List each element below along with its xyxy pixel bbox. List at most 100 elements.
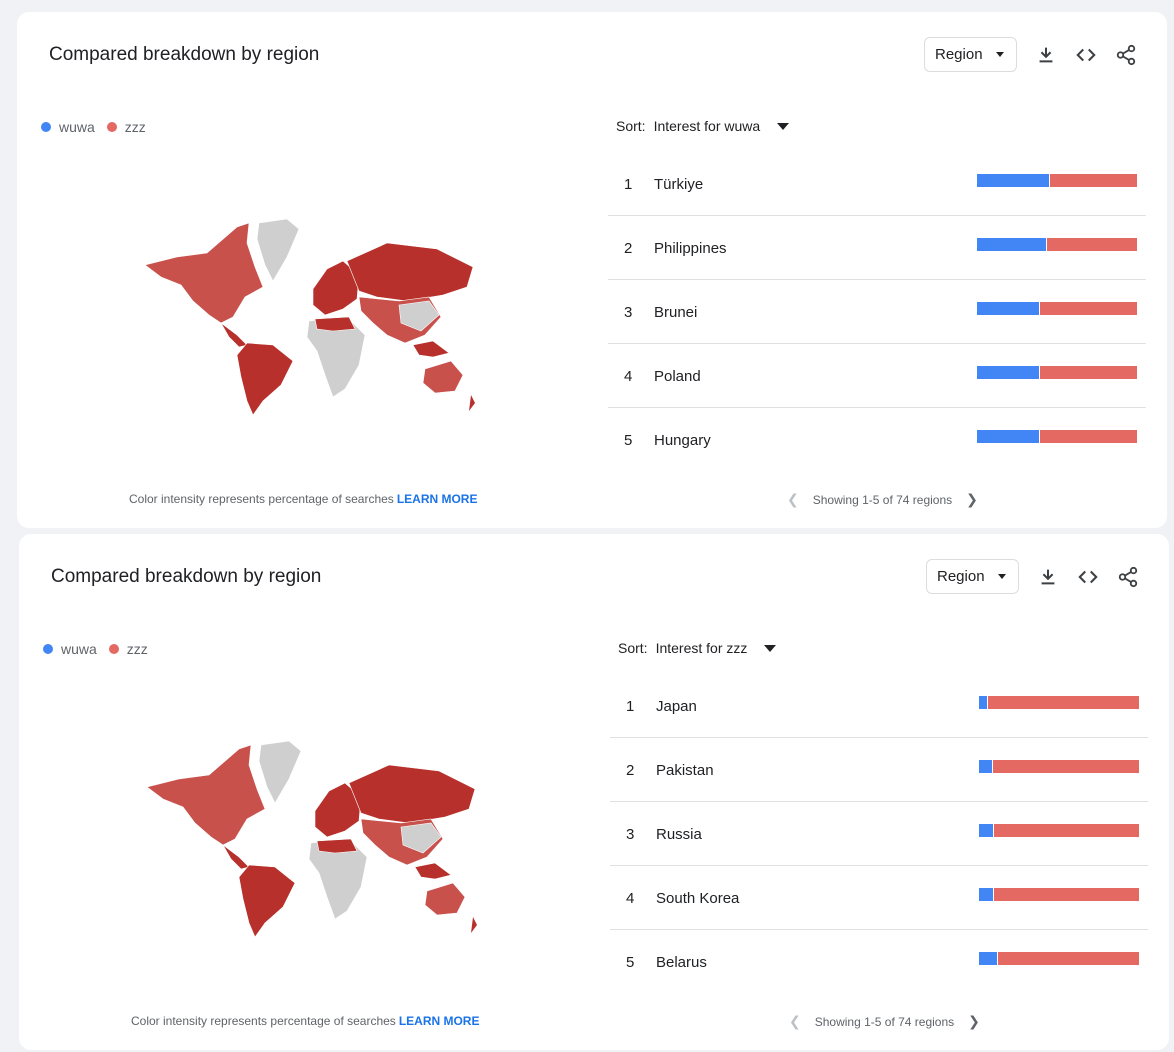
world-map[interactable] xyxy=(137,205,477,415)
rank-row[interactable]: 3 Russia xyxy=(610,802,1148,866)
bar-wuwa xyxy=(977,174,1049,187)
region-name: Japan xyxy=(656,698,697,715)
map-russia xyxy=(346,242,474,302)
comparison-bar xyxy=(979,888,1139,901)
pagination: ❮ Showing 1-5 of 74 regions ❯ xyxy=(789,1013,980,1030)
legend: wuwa zzz xyxy=(41,119,158,135)
rank-row[interactable]: 5 Hungary xyxy=(608,408,1146,471)
world-map[interactable] xyxy=(139,727,479,937)
bar-zzz xyxy=(1040,366,1137,379)
sort-control[interactable]: Sort: Interest for zzz xyxy=(618,640,777,656)
legend-item-zzz: zzz xyxy=(108,641,148,657)
bar-wuwa xyxy=(979,888,993,901)
map-central-america xyxy=(220,322,248,348)
region-name: South Korea xyxy=(656,890,740,907)
map-north-africa xyxy=(314,316,356,332)
bar-zzz xyxy=(988,696,1139,709)
map-greenland xyxy=(258,740,302,804)
embed-icon[interactable] xyxy=(1075,44,1097,66)
footnote-text: Color intensity represents percentage of… xyxy=(131,1014,396,1028)
rank-row[interactable]: 2 Philippines xyxy=(608,216,1146,280)
region-dropdown[interactable]: Region xyxy=(926,559,1019,594)
learn-more-link[interactable]: LEARN MORE xyxy=(397,492,478,506)
pagination: ❮ Showing 1-5 of 74 regions ❯ xyxy=(787,491,978,508)
map-north-america xyxy=(146,744,266,846)
comparison-bar xyxy=(977,238,1137,251)
prev-page-icon[interactable]: ❮ xyxy=(789,1013,801,1030)
next-page-icon[interactable]: ❯ xyxy=(968,1013,980,1030)
footnote: Color intensity represents percentage of… xyxy=(131,1014,479,1028)
rank-row[interactable]: 1 Japan xyxy=(610,674,1148,738)
bar-zzz xyxy=(1040,430,1137,443)
rank-list: 1 Japan 2 Pakistan 3 Russia 4 South Korea 5 B… xyxy=(610,674,1148,993)
map-se-asia xyxy=(412,340,450,358)
comparison-bar xyxy=(977,174,1137,187)
sort-control[interactable]: Sort: Interest for wuwa xyxy=(616,118,790,134)
region-dropdown[interactable]: Region xyxy=(924,37,1017,72)
footnote: Color intensity represents percentage of… xyxy=(129,492,477,506)
next-page-icon[interactable]: ❯ xyxy=(966,491,978,508)
bar-zzz xyxy=(1047,238,1137,251)
sort-label: Sort: xyxy=(616,118,646,134)
map-russia xyxy=(348,764,476,824)
legend-item-wuwa: wuwa xyxy=(41,119,95,135)
bar-zzz xyxy=(994,824,1139,837)
region-name: Hungary xyxy=(654,432,711,449)
map-greenland xyxy=(256,218,300,282)
bar-zzz xyxy=(998,952,1139,965)
pagination-text: Showing 1-5 of 74 regions xyxy=(812,492,953,507)
map-se-asia xyxy=(414,862,452,880)
comparison-bar xyxy=(979,824,1139,837)
region-name: Belarus xyxy=(656,954,707,971)
share-icon[interactable] xyxy=(1117,566,1139,588)
rank-number: 1 xyxy=(626,698,635,715)
download-icon[interactable] xyxy=(1035,44,1057,66)
map-australia xyxy=(424,882,466,916)
map-new-zealand xyxy=(469,395,475,411)
rank-number: 5 xyxy=(624,432,633,449)
legend-label: wuwa xyxy=(61,641,97,657)
sort-caret-icon xyxy=(764,644,777,652)
comparison-bar xyxy=(977,430,1137,443)
download-icon[interactable] xyxy=(1037,566,1059,588)
map-south-america xyxy=(238,864,296,937)
rank-number: 1 xyxy=(624,176,633,193)
rank-number: 3 xyxy=(626,826,635,843)
map-new-zealand xyxy=(471,917,477,933)
map-north-africa xyxy=(316,838,358,854)
region-dropdown-label: Region xyxy=(935,46,983,63)
rank-row[interactable]: 2 Pakistan xyxy=(610,738,1148,802)
region-name: Philippines xyxy=(654,240,727,257)
region-breakdown-card-zzz: Compared breakdown by region Region wuwa… xyxy=(19,534,1169,1050)
rank-list: 1 Türkiye 2 Philippines 3 Brunei 4 Poland 5 H… xyxy=(608,152,1146,471)
rank-number: 5 xyxy=(626,954,635,971)
sort-label: Sort: xyxy=(618,640,648,656)
bar-wuwa xyxy=(977,302,1039,315)
comparison-bar xyxy=(977,366,1137,379)
card-title: Compared breakdown by region xyxy=(51,566,322,587)
map-north-america xyxy=(144,222,264,324)
rank-row[interactable]: 4 South Korea xyxy=(610,866,1148,930)
rank-number: 2 xyxy=(626,762,635,779)
share-icon[interactable] xyxy=(1115,44,1137,66)
region-breakdown-card-wuwa: Compared breakdown by region Region wuwa… xyxy=(17,12,1167,528)
rank-row[interactable]: 5 Belarus xyxy=(610,930,1148,993)
bar-wuwa xyxy=(977,238,1046,251)
sort-value: Interest for zzz xyxy=(655,640,748,656)
rank-row[interactable]: 1 Türkiye xyxy=(608,152,1146,216)
legend-dot-zzz xyxy=(106,122,117,132)
card-toolbar: Region xyxy=(909,559,1169,597)
prev-page-icon[interactable]: ❮ xyxy=(787,491,799,508)
learn-more-link[interactable]: LEARN MORE xyxy=(399,1014,480,1028)
rank-row[interactable]: 3 Brunei xyxy=(608,280,1146,344)
legend-dot-wuwa xyxy=(41,122,51,132)
rank-row[interactable]: 4 Poland xyxy=(608,344,1146,408)
embed-icon[interactable] xyxy=(1077,566,1099,588)
bar-wuwa xyxy=(977,366,1039,379)
map-australia xyxy=(422,360,464,394)
legend: wuwa zzz xyxy=(43,641,160,657)
legend-label: zzz xyxy=(126,641,148,657)
region-name: Brunei xyxy=(654,304,698,321)
comparison-bar xyxy=(977,302,1137,315)
bar-zzz xyxy=(993,760,1139,773)
